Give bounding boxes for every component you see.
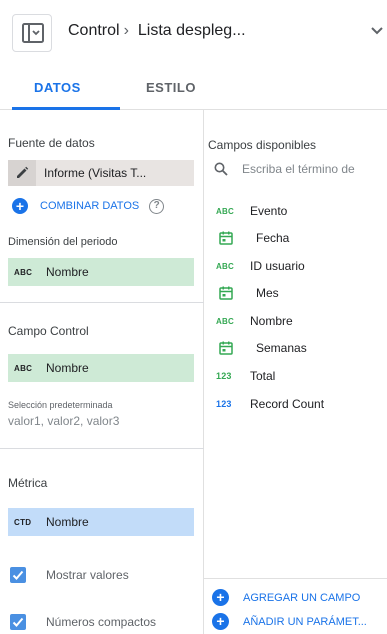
field-name: Semanas	[256, 341, 307, 355]
add-circle-icon[interactable]: +	[12, 198, 28, 214]
available-fields-panel: Campos disponibles ABC Evento Fecha ABC …	[204, 110, 387, 634]
data-source-name: Informe (Visitas T...	[44, 166, 147, 180]
text-type-icon: ABC	[14, 267, 33, 277]
field-name: Nombre	[250, 314, 293, 328]
add-circle-icon: +	[212, 613, 229, 630]
text-type-icon: ABC	[216, 261, 234, 271]
field-fecha[interactable]: Fecha	[216, 231, 289, 245]
period-dimension-chip[interactable]: ABC Nombre	[8, 258, 194, 286]
count-type-icon: CTD	[14, 517, 32, 527]
compact-numbers-checkbox[interactable]	[10, 614, 26, 630]
field-record-count[interactable]: 123 Record Count	[216, 397, 324, 411]
default-selection-input[interactable]: valor1, valor2, valor3	[8, 414, 119, 428]
tab-estilo[interactable]: ESTILO	[146, 80, 196, 95]
field-name: Mes	[256, 286, 279, 300]
field-name: Fecha	[256, 231, 290, 245]
breadcrumb-root[interactable]: Control	[68, 22, 120, 40]
search-icon	[214, 162, 228, 176]
chip-label: Nombre	[46, 265, 89, 279]
metric-chip[interactable]: CTD Nombre	[8, 508, 194, 536]
tab-datos[interactable]: DATOS	[34, 80, 81, 95]
config-panel: Fuente de datos Informe (Visitas T... + …	[0, 110, 204, 634]
show-values-label: Mostrar valores	[46, 568, 129, 582]
metric-label: Métrica	[8, 476, 48, 490]
available-fields-label: Campos disponibles	[208, 138, 317, 152]
number-type-icon: 123	[216, 371, 232, 381]
chip-label: Nombre	[46, 361, 89, 375]
text-type-icon: ABC	[216, 316, 234, 326]
chevron-down-icon[interactable]	[370, 26, 384, 36]
add-parameter-label: AÑADIR UN PARÁMET...	[243, 615, 367, 628]
breadcrumb: Control › Lista despleg...	[68, 22, 246, 40]
section-divider	[0, 448, 204, 449]
checkmark-icon	[12, 570, 24, 580]
field-total[interactable]: 123 Total	[216, 369, 275, 383]
panel-toggle-icon	[22, 23, 44, 43]
data-source-label: Fuente de datos	[8, 136, 95, 150]
default-selection-label: Selección predeterminada	[8, 400, 113, 410]
blend-data-button[interactable]: COMBINAR DATOS	[40, 200, 139, 212]
text-type-icon: ABC	[14, 363, 33, 373]
blend-data-row: + COMBINAR DATOS ?	[12, 198, 165, 214]
field-name: ID usuario	[250, 259, 305, 273]
add-parameter-button[interactable]: + AÑADIR UN PARÁMET...	[212, 613, 367, 630]
search-input[interactable]	[242, 162, 387, 176]
add-circle-icon: +	[212, 589, 229, 606]
chip-label: Nombre	[46, 515, 89, 529]
breadcrumb-separator-icon: ›	[123, 22, 129, 39]
calendar-icon	[219, 231, 233, 245]
add-field-label: AGREGAR UN CAMPO	[243, 591, 361, 604]
help-icon[interactable]: ?	[149, 198, 165, 214]
breadcrumb-title[interactable]: Lista despleg...	[138, 22, 246, 40]
field-actions: + AGREGAR UN CAMPO + AÑADIR UN PARÁMET..…	[204, 578, 387, 634]
add-field-button[interactable]: + AGREGAR UN CAMPO	[212, 589, 360, 606]
period-dimension-label: Dimensión del periodo	[8, 236, 118, 248]
field-evento[interactable]: ABC Evento	[216, 204, 287, 218]
tab-bar: DATOS ESTILO	[0, 66, 387, 110]
checkmark-icon	[12, 617, 24, 627]
field-id-usuario[interactable]: ABC ID usuario	[216, 259, 305, 273]
header: Control › Lista despleg...	[0, 0, 387, 66]
field-mes[interactable]: Mes	[216, 286, 279, 300]
section-divider	[0, 302, 204, 303]
field-nombre[interactable]: ABC Nombre	[216, 314, 293, 328]
toggle-panel-button[interactable]	[12, 14, 52, 52]
text-type-icon: ABC	[216, 206, 234, 216]
field-search	[214, 162, 387, 176]
data-source-selector[interactable]: Informe (Visitas T...	[8, 160, 194, 186]
calendar-icon	[219, 286, 233, 300]
show-values-checkbox[interactable]	[10, 567, 26, 583]
control-field-label: Campo Control	[8, 324, 89, 338]
compact-numbers-label: Números compactos	[46, 615, 157, 629]
number-type-icon: 123	[216, 399, 232, 409]
field-name: Evento	[250, 204, 288, 218]
edit-pencil-icon[interactable]	[8, 160, 36, 186]
field-name: Total	[250, 369, 276, 383]
control-field-chip[interactable]: ABC Nombre	[8, 354, 194, 382]
calendar-icon	[219, 341, 233, 355]
field-name: Record Count	[250, 397, 325, 411]
field-semanas[interactable]: Semanas	[216, 341, 307, 355]
